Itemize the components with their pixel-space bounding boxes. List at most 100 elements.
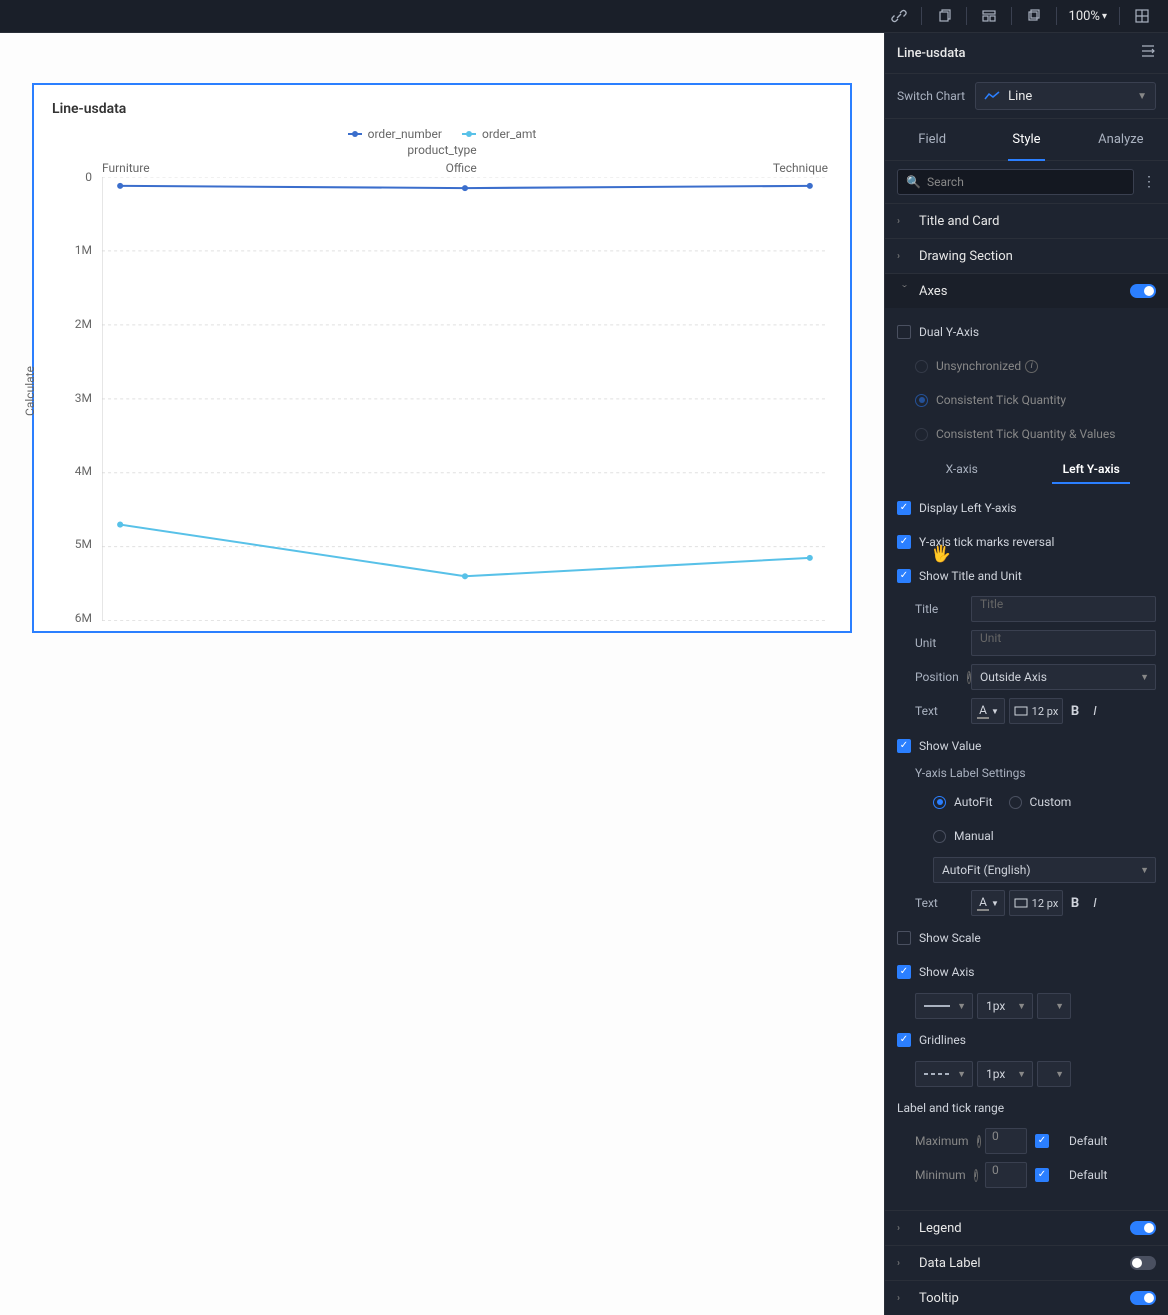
y-tick-label: 0 — [85, 170, 92, 184]
properties-panel: Line-usdata Switch Chart Line ▼ Field St… — [884, 33, 1168, 1315]
y-tick-label: 3M — [75, 391, 92, 405]
legend-label: order_number — [368, 127, 442, 141]
info-icon[interactable]: i — [1025, 360, 1038, 373]
section-axes[interactable]: › Axes — [885, 273, 1168, 308]
position-select[interactable]: Outside Axis ▼ — [971, 664, 1156, 690]
chevron-right-icon: › — [897, 1223, 911, 1234]
min-input[interactable]: 0 — [985, 1162, 1027, 1188]
grid-line-color-select[interactable]: ▼ — [1037, 1061, 1071, 1087]
unsync-radio — [915, 360, 928, 373]
show-title-unit-checkbox[interactable] — [897, 569, 911, 583]
section-tooltip[interactable]: › Tooltip — [885, 1280, 1168, 1315]
stack-icon[interactable] — [1018, 0, 1050, 32]
display-left-y-checkbox[interactable] — [897, 501, 911, 515]
dashed-line-icon — [924, 1073, 950, 1075]
info-icon[interactable]: i — [974, 1169, 978, 1182]
grid-line-width-select[interactable]: 1px▼ — [977, 1061, 1033, 1087]
axis-line-color-select[interactable]: ▼ — [1037, 993, 1071, 1019]
x-axis-title: product_type — [52, 143, 832, 157]
bold-btn[interactable]: B — [1067, 698, 1083, 724]
autofit-lang-select[interactable]: AutoFit (English) ▼ — [933, 857, 1156, 883]
legend-toggle[interactable] — [1130, 1221, 1156, 1235]
copy-icon[interactable] — [928, 0, 960, 32]
legend-swatch-cyan — [462, 133, 476, 135]
value-italic-btn[interactable]: I — [1087, 890, 1103, 916]
x-axis-tab[interactable]: X-axis — [897, 456, 1027, 482]
x-axis-labels: Furniture Office Technique — [102, 161, 828, 175]
font-bg-btn[interactable]: 12 px — [1009, 698, 1063, 724]
y-tick-label: 1M — [75, 243, 92, 257]
min-default-checkbox[interactable] — [1035, 1168, 1049, 1182]
tooltip-toggle[interactable] — [1130, 1291, 1156, 1305]
gridlines-checkbox[interactable] — [897, 1033, 911, 1047]
axis-unit-input[interactable]: Unit — [971, 630, 1156, 656]
axis-line-style-select[interactable]: ▼ — [915, 993, 973, 1019]
chart-type-select[interactable]: Line ▼ — [975, 82, 1156, 110]
left-y-axis-tab[interactable]: Left Y-axis — [1027, 456, 1157, 482]
chart-card[interactable]: Line-usdata order_number order_amt produ… — [32, 83, 852, 633]
y-tick-label: 5M — [75, 537, 92, 551]
axis-line-width-select[interactable]: 1px▼ — [977, 993, 1033, 1019]
axes-toggle[interactable] — [1130, 284, 1156, 298]
info-icon[interactable]: i — [977, 1135, 981, 1148]
panel-title: Line-usdata — [897, 46, 966, 61]
chevron-down-icon: › — [899, 284, 910, 298]
value-bold-btn[interactable]: B — [1067, 890, 1083, 916]
section-legend[interactable]: › Legend — [885, 1210, 1168, 1245]
manual-radio[interactable] — [933, 830, 946, 843]
top-toolbar: 100%▾ — [0, 0, 1168, 33]
separator — [921, 7, 922, 25]
max-input[interactable]: 0 — [985, 1128, 1027, 1154]
tab-style[interactable]: Style — [979, 119, 1073, 160]
zoom-select[interactable]: 100%▾ — [1063, 9, 1113, 24]
more-icon[interactable]: ⋮ — [1142, 175, 1156, 189]
chevron-down-icon: ▼ — [1140, 672, 1149, 683]
chevron-down-icon: ▼ — [957, 1069, 966, 1080]
separator — [966, 7, 967, 25]
show-scale-checkbox[interactable] — [897, 931, 911, 945]
tab-field[interactable]: Field — [885, 119, 979, 160]
panel-tabs: Field Style Analyze — [885, 119, 1168, 161]
link-icon[interactable] — [883, 0, 915, 32]
chart-svg — [102, 177, 828, 621]
chevron-right-icon: › — [897, 251, 911, 262]
legend-item-order-number[interactable]: order_number — [348, 127, 442, 141]
tab-analyze[interactable]: Analyze — [1074, 119, 1168, 160]
switch-chart-row: Switch Chart Line ▼ — [885, 74, 1168, 119]
max-default-checkbox[interactable] — [1035, 1134, 1049, 1148]
chevron-down-icon: ▼ — [1055, 1001, 1064, 1012]
separator — [1119, 7, 1120, 25]
axis-title-input[interactable]: Title — [971, 596, 1156, 622]
chevron-down-icon: ▼ — [1017, 1069, 1026, 1080]
y-axis-ticks: 0 1M 2M 3M 4M 5M 6M — [52, 177, 100, 618]
show-value-checkbox[interactable] — [897, 739, 911, 753]
layout-icon[interactable] — [973, 0, 1005, 32]
show-axis-checkbox[interactable] — [897, 965, 911, 979]
italic-btn[interactable]: I — [1087, 698, 1103, 724]
section-data-label[interactable]: › Data Label — [885, 1245, 1168, 1280]
chevron-right-icon: › — [897, 216, 911, 227]
dual-y-checkbox[interactable] — [897, 325, 911, 339]
search-input[interactable]: 🔍 Search — [897, 169, 1134, 195]
custom-radio[interactable] — [1009, 796, 1022, 809]
value-font-color-btn[interactable]: A▼ — [971, 890, 1005, 916]
search-placeholder: Search — [927, 175, 964, 189]
chevron-down-icon: ▼ — [1017, 1001, 1026, 1012]
tick-reversal-checkbox[interactable] — [897, 535, 911, 549]
search-icon: 🔍 — [906, 175, 921, 189]
axes-section-body: Dual Y-Axis Unsynchronized i Consistent … — [885, 308, 1168, 1210]
value-font-bg-btn[interactable]: 12 px — [1009, 890, 1063, 916]
legend-item-order-amt[interactable]: order_amt — [462, 127, 536, 141]
separator — [1011, 7, 1012, 25]
grid-icon[interactable] — [1126, 0, 1158, 32]
y-tick-label: 4M — [75, 464, 92, 478]
data-label-toggle[interactable] — [1130, 1256, 1156, 1270]
font-color-btn[interactable]: A▼ — [971, 698, 1005, 724]
solid-line-icon — [924, 1005, 950, 1007]
grid-line-style-select[interactable]: ▼ — [915, 1061, 973, 1087]
zoom-value: 100% — [1069, 9, 1100, 24]
section-drawing[interactable]: › Drawing Section — [885, 238, 1168, 273]
section-title-and-card[interactable]: › Title and Card — [885, 203, 1168, 238]
autofit-radio[interactable] — [933, 796, 946, 809]
collapse-panel-icon[interactable] — [1140, 43, 1156, 63]
